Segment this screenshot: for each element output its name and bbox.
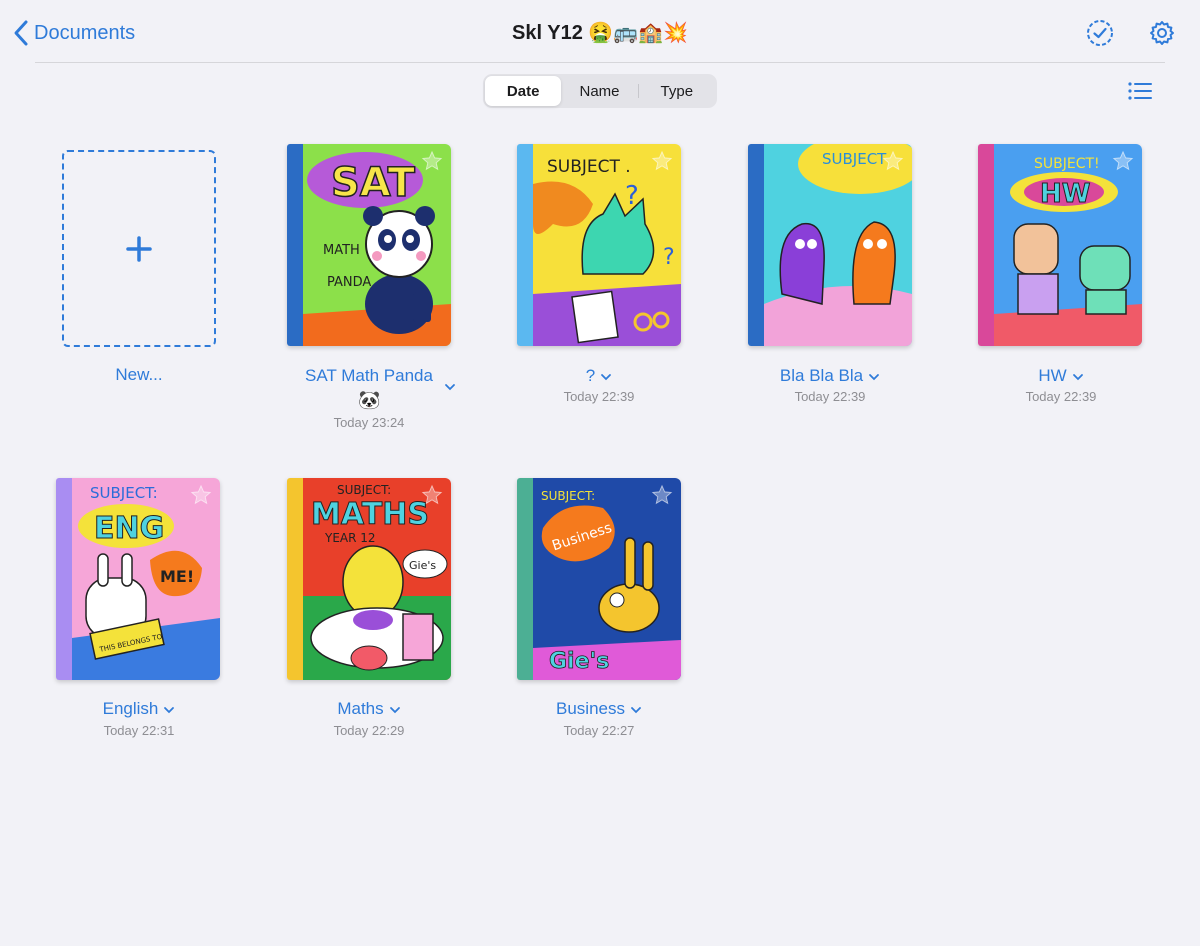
notebook-cover: SUBJECT (748, 144, 912, 346)
notebook-spine (748, 144, 764, 346)
cover-big-word: MATHS (311, 497, 429, 532)
chevron-down-icon[interactable] (444, 382, 456, 392)
cover-illustration: SAT MATH PANDA (303, 144, 451, 346)
sort-date-option[interactable]: Date (485, 76, 562, 106)
notebook-title: SAT Math Panda (305, 366, 433, 385)
gear-icon (1150, 21, 1174, 45)
notebook-bla-bla-bla[interactable]: SUBJECT (748, 144, 912, 346)
new-notebook-label[interactable]: New... (62, 365, 216, 385)
sort-segmented-control: Date Name Type (483, 74, 717, 108)
notebook-sat-math-panda[interactable]: SAT MATH PANDA (287, 144, 451, 346)
favorite-star-icon[interactable] (651, 484, 673, 506)
page-title: Skl Y12 🤮🚌🏫💥 (512, 22, 688, 44)
notebook-date: Today 22:27 (563, 723, 635, 738)
notebook-cover: SUBJECT: ENG ME! THIS BELONGS TO (56, 478, 220, 680)
cover-illustration: SUBJECT: Business Gie's (533, 478, 681, 680)
notebook-maths[interactable]: SUBJECT: MATHS YEAR 12 Gie's (287, 478, 451, 680)
svg-text:?: ? (663, 245, 675, 270)
notebook-hw[interactable]: SUBJECT! HW (978, 144, 1142, 346)
notebook-spine (517, 144, 533, 346)
cover-big-word: ENG (94, 511, 164, 546)
notebook-spine (287, 478, 303, 680)
notebook-title: Maths (337, 699, 384, 718)
favorite-star-icon[interactable] (421, 150, 443, 172)
cover-word: SUBJECT! (1034, 156, 1100, 172)
notebook-spine (56, 478, 72, 680)
notebook-date: Today 22:39 (1025, 389, 1097, 404)
chevron-down-icon[interactable] (389, 705, 401, 715)
favorite-star-icon[interactable] (882, 150, 904, 172)
notebook-cover: SUBJECT: Business Gie's (517, 478, 681, 680)
checkmark-circle-icon (1087, 20, 1113, 46)
notebook-question[interactable]: SUBJECT . ? ? (517, 144, 681, 346)
cover-word: SUBJECT: (337, 483, 391, 497)
notebook-date: Today 22:29 (333, 723, 405, 738)
notebook-title-business[interactable]: Business (484, 699, 714, 719)
notebook-title-maths[interactable]: Maths (254, 699, 484, 719)
cover-word: SUBJECT . (547, 157, 631, 177)
settings-button[interactable] (1148, 19, 1176, 47)
notebook-title-hw[interactable]: HW (946, 366, 1176, 386)
cover-illustration: SUBJECT: ENG ME! THIS BELONGS TO (72, 478, 220, 680)
notebook-business[interactable]: SUBJECT: Business Gie's (517, 478, 681, 680)
cover-word: SUBJECT: (541, 489, 595, 503)
chevron-down-icon[interactable] (163, 705, 175, 715)
notebook-spine (287, 144, 303, 346)
notebook-cover: SUBJECT . ? ? (517, 144, 681, 346)
notebook-spine (978, 144, 994, 346)
notebook-title-english[interactable]: English (24, 699, 254, 719)
cover-word: SAT (331, 160, 416, 206)
cover-sub1: MATH (323, 243, 360, 258)
notebook-title: English (102, 699, 159, 718)
cover-sub1: Gie's (549, 649, 609, 674)
navigation-bar: Documents Skl Y12 🤮🚌🏫💥 (0, 0, 1200, 62)
notebook-cover: SAT MATH PANDA (287, 144, 451, 346)
notebook-date: Today 22:31 (103, 723, 175, 738)
cover-word: SUBJECT: (90, 484, 158, 502)
cover-sub2: PANDA (327, 275, 371, 290)
notebook-date: Today 22:39 (794, 389, 866, 404)
list-icon (1128, 82, 1152, 100)
list-view-button[interactable] (1126, 78, 1154, 104)
cover-bubble: Gie's (409, 559, 436, 572)
cover-sub1: YEAR 12 (324, 531, 376, 545)
cover-bubble: ME! (160, 567, 194, 586)
cover-illustration: SUBJECT . ? ? (533, 144, 681, 346)
notebook-title: ? (585, 366, 596, 385)
sort-name-option[interactable]: Name (561, 76, 637, 106)
cover-illustration: SUBJECT (764, 144, 912, 346)
notebook-english[interactable]: SUBJECT: ENG ME! THIS BELONGS TO (56, 478, 220, 680)
notebook-title-bla-bla-bla[interactable]: Bla Bla Bla (715, 366, 945, 386)
favorite-star-icon[interactable] (1112, 150, 1134, 172)
select-button[interactable] (1086, 19, 1114, 47)
chevron-down-icon[interactable] (600, 372, 612, 382)
notebook-cover: SUBJECT! HW (978, 144, 1142, 346)
notebook-cover: SUBJECT: MATHS YEAR 12 Gie's (287, 478, 451, 680)
favorite-star-icon[interactable] (651, 150, 673, 172)
notebook-date: Today 22:39 (563, 389, 635, 404)
notebook-title: Bla Bla Bla (779, 366, 864, 385)
favorite-star-icon[interactable] (190, 484, 212, 506)
header-divider (35, 62, 1165, 63)
notebook-date: Today 23:24 (333, 415, 405, 430)
cover-illustration: SUBJECT: MATHS YEAR 12 Gie's (303, 478, 451, 680)
chevron-down-icon[interactable] (1072, 372, 1084, 382)
cover-illustration: SUBJECT! HW (994, 144, 1142, 346)
plus-icon (126, 235, 152, 262)
notebook-title-question[interactable]: ? (484, 366, 714, 386)
new-notebook-tile[interactable] (62, 150, 216, 347)
chevron-down-icon[interactable] (868, 372, 880, 382)
chevron-down-icon[interactable] (630, 705, 642, 715)
svg-text:?: ? (625, 181, 639, 211)
sort-type-option[interactable]: Type (639, 76, 715, 106)
cover-word: SUBJECT (822, 150, 887, 168)
notebook-spine (517, 478, 533, 680)
notebook-title: Business (556, 699, 625, 718)
notebook-title: HW (1038, 366, 1067, 385)
notebook-title-emoji: 🐼 (358, 390, 381, 410)
favorite-star-icon[interactable] (421, 484, 443, 506)
cover-big-word: HW (1040, 179, 1090, 209)
